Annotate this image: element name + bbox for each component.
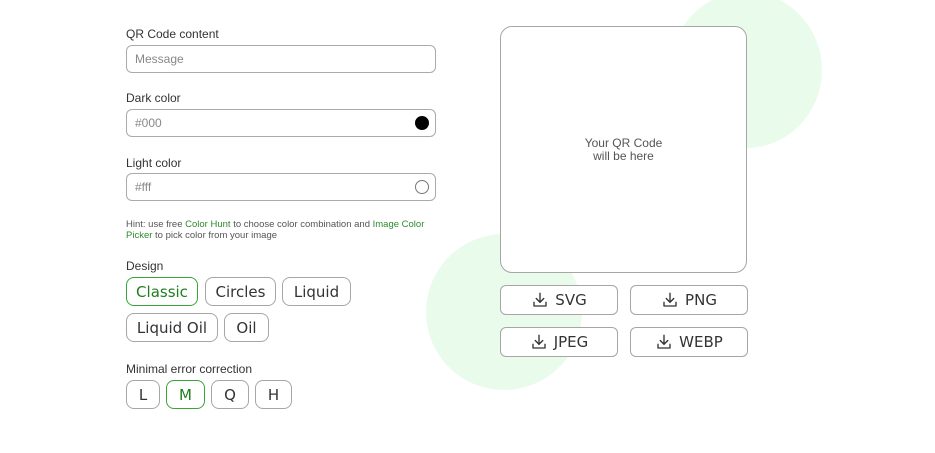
dark-color-field[interactable] (126, 109, 436, 137)
download-icon (663, 292, 677, 307)
design-label: Design (126, 259, 164, 273)
download-icon (532, 334, 546, 349)
design-option-liquid[interactable]: Liquid (282, 277, 351, 306)
error-correction-label: Minimal error correction (126, 362, 253, 376)
qr-content-label: QR Code content (126, 27, 219, 41)
qr-content-input[interactable] (135, 52, 427, 66)
hint-text: Hint: use free Color Hunt to choose colo… (126, 219, 442, 241)
error-correction-l[interactable]: L (126, 380, 160, 409)
download-svg-button[interactable]: SVG (500, 285, 618, 315)
download-icon (657, 334, 671, 349)
light-color-field[interactable] (126, 173, 436, 201)
download-webp-label: WEBP (679, 333, 723, 351)
dark-color-swatch-icon[interactable] (415, 116, 429, 130)
error-correction-q[interactable]: Q (211, 380, 249, 409)
download-webp-button[interactable]: WEBP (630, 327, 748, 357)
hint-middle: to choose color combination and (230, 219, 373, 230)
light-color-label: Light color (126, 156, 182, 170)
dark-color-label: Dark color (126, 91, 181, 105)
qr-content-field[interactable] (126, 45, 436, 73)
preview-line-1: Your QR Code (584, 135, 663, 150)
error-correction-h[interactable]: H (255, 380, 292, 409)
design-option-liquid-oil[interactable]: Liquid Oil (126, 313, 218, 342)
design-option-oil[interactable]: Oil (224, 313, 269, 342)
design-option-classic[interactable]: Classic (126, 277, 198, 306)
hint-suffix: to pick color from your image (152, 230, 278, 241)
qr-preview: Your QR Code will be here (500, 26, 747, 273)
download-png-label: PNG (685, 291, 717, 309)
download-jpeg-button[interactable]: JPEG (500, 327, 618, 357)
light-color-swatch-icon[interactable] (415, 180, 429, 194)
hint-prefix: Hint: use free (126, 219, 186, 230)
dark-color-input[interactable] (135, 116, 427, 130)
download-png-button[interactable]: PNG (630, 285, 748, 315)
download-icon (533, 292, 547, 307)
download-jpeg-label: JPEG (553, 333, 589, 351)
color-hunt-link[interactable]: Color Hunt (185, 219, 230, 230)
error-correction-m[interactable]: M (166, 380, 205, 409)
download-svg-label: SVG (555, 291, 587, 309)
light-color-input[interactable] (135, 180, 427, 194)
preview-line-2: will be here (593, 148, 654, 163)
design-option-circles[interactable]: Circles (205, 277, 276, 306)
